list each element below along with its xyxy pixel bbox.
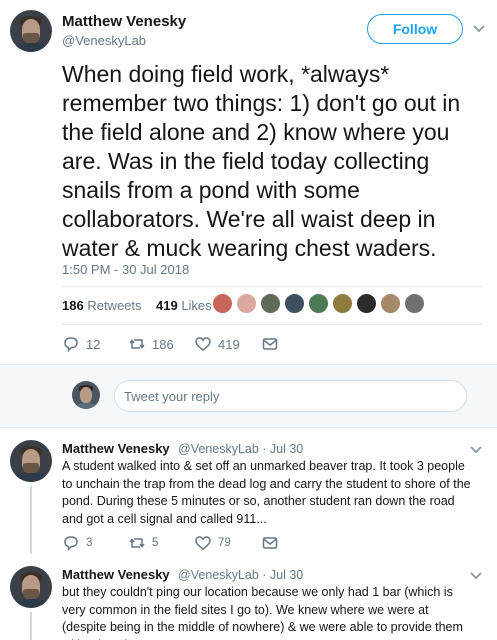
like-count: 79 (218, 537, 231, 549)
reply-meta[interactable]: @VeneskyLab · Jul 30 (178, 442, 303, 456)
message-icon (262, 338, 278, 350)
like-button[interactable]: 79 (194, 534, 231, 552)
like-button[interactable]: 419 (194, 335, 240, 353)
retweets-count[interactable]: 186 (62, 298, 84, 313)
reply-icon (64, 337, 78, 353)
reply-text: but they couldn't ping our location beca… (62, 585, 463, 640)
chevron-down-icon[interactable] (472, 24, 486, 34)
like-count: 419 (218, 336, 240, 352)
reply-button[interactable]: 3 (62, 534, 92, 552)
like-icon (195, 536, 211, 550)
message-icon (262, 537, 278, 549)
liker-avatar[interactable] (356, 293, 377, 314)
reply-text: A student walked into & set off an unmar… (62, 459, 471, 526)
retweets-label[interactable]: Retweets (87, 298, 141, 313)
reply-count: 3 (86, 537, 93, 549)
reply-author-name[interactable]: Matthew Venesky (62, 441, 170, 456)
chevron-down-icon[interactable] (469, 571, 483, 581)
liker-avatar[interactable] (236, 293, 257, 314)
reply-icon (64, 536, 78, 552)
liker-avatar[interactable] (404, 293, 425, 314)
reply-author-name[interactable]: Matthew Venesky (62, 567, 170, 582)
tweet-reply-input[interactable]: Tweet your reply (114, 380, 467, 412)
author-handle[interactable]: @VeneskyLab (62, 33, 146, 48)
tweet-timestamp[interactable]: 1:50 PM - 30 Jul 2018 (62, 262, 189, 277)
retweet-button[interactable]: 186 (128, 335, 174, 353)
liker-avatar[interactable] (308, 293, 329, 314)
reply-count: 12 (86, 336, 101, 352)
divider (62, 286, 482, 287)
liker-avatar[interactable] (212, 293, 233, 314)
thread-line (30, 612, 32, 640)
retweet-count: 186 (152, 336, 174, 352)
retweet-icon (129, 538, 145, 548)
likes-label[interactable]: Likes (181, 298, 211, 313)
reply-author-avatar[interactable] (10, 566, 52, 608)
message-button[interactable] (261, 534, 279, 552)
reply-meta[interactable]: @VeneskyLab · Jul 30 (178, 568, 303, 582)
tweet-stats: 186 Retweets 419 Likes (62, 298, 212, 313)
likes-count[interactable]: 419 (156, 298, 178, 313)
user-avatar (72, 381, 100, 409)
liker-avatar[interactable] (260, 293, 281, 314)
retweet-button[interactable]: 5 (128, 534, 158, 552)
message-button[interactable] (261, 335, 279, 353)
liker-avatar[interactable] (332, 293, 353, 314)
reply-button[interactable]: 12 (62, 335, 100, 353)
reply-actions: 3 5 79 (0, 534, 497, 552)
reply-author-avatar[interactable] (10, 440, 52, 482)
follow-button[interactable]: Follow (367, 14, 463, 44)
author-name[interactable]: Matthew Venesky (62, 13, 186, 30)
retweet-count: 5 (152, 537, 159, 549)
liker-avatar[interactable] (284, 293, 305, 314)
like-icon (195, 337, 211, 351)
tweet-actions: 12 186 419 (0, 335, 497, 355)
tweet-text: When doing field work, *always* remember… (62, 61, 461, 261)
divider (62, 324, 482, 325)
author-avatar[interactable] (10, 10, 52, 52)
chevron-down-icon[interactable] (469, 445, 483, 455)
retweet-icon (129, 339, 145, 349)
liker-avatar[interactable] (380, 293, 401, 314)
divider (0, 427, 497, 428)
